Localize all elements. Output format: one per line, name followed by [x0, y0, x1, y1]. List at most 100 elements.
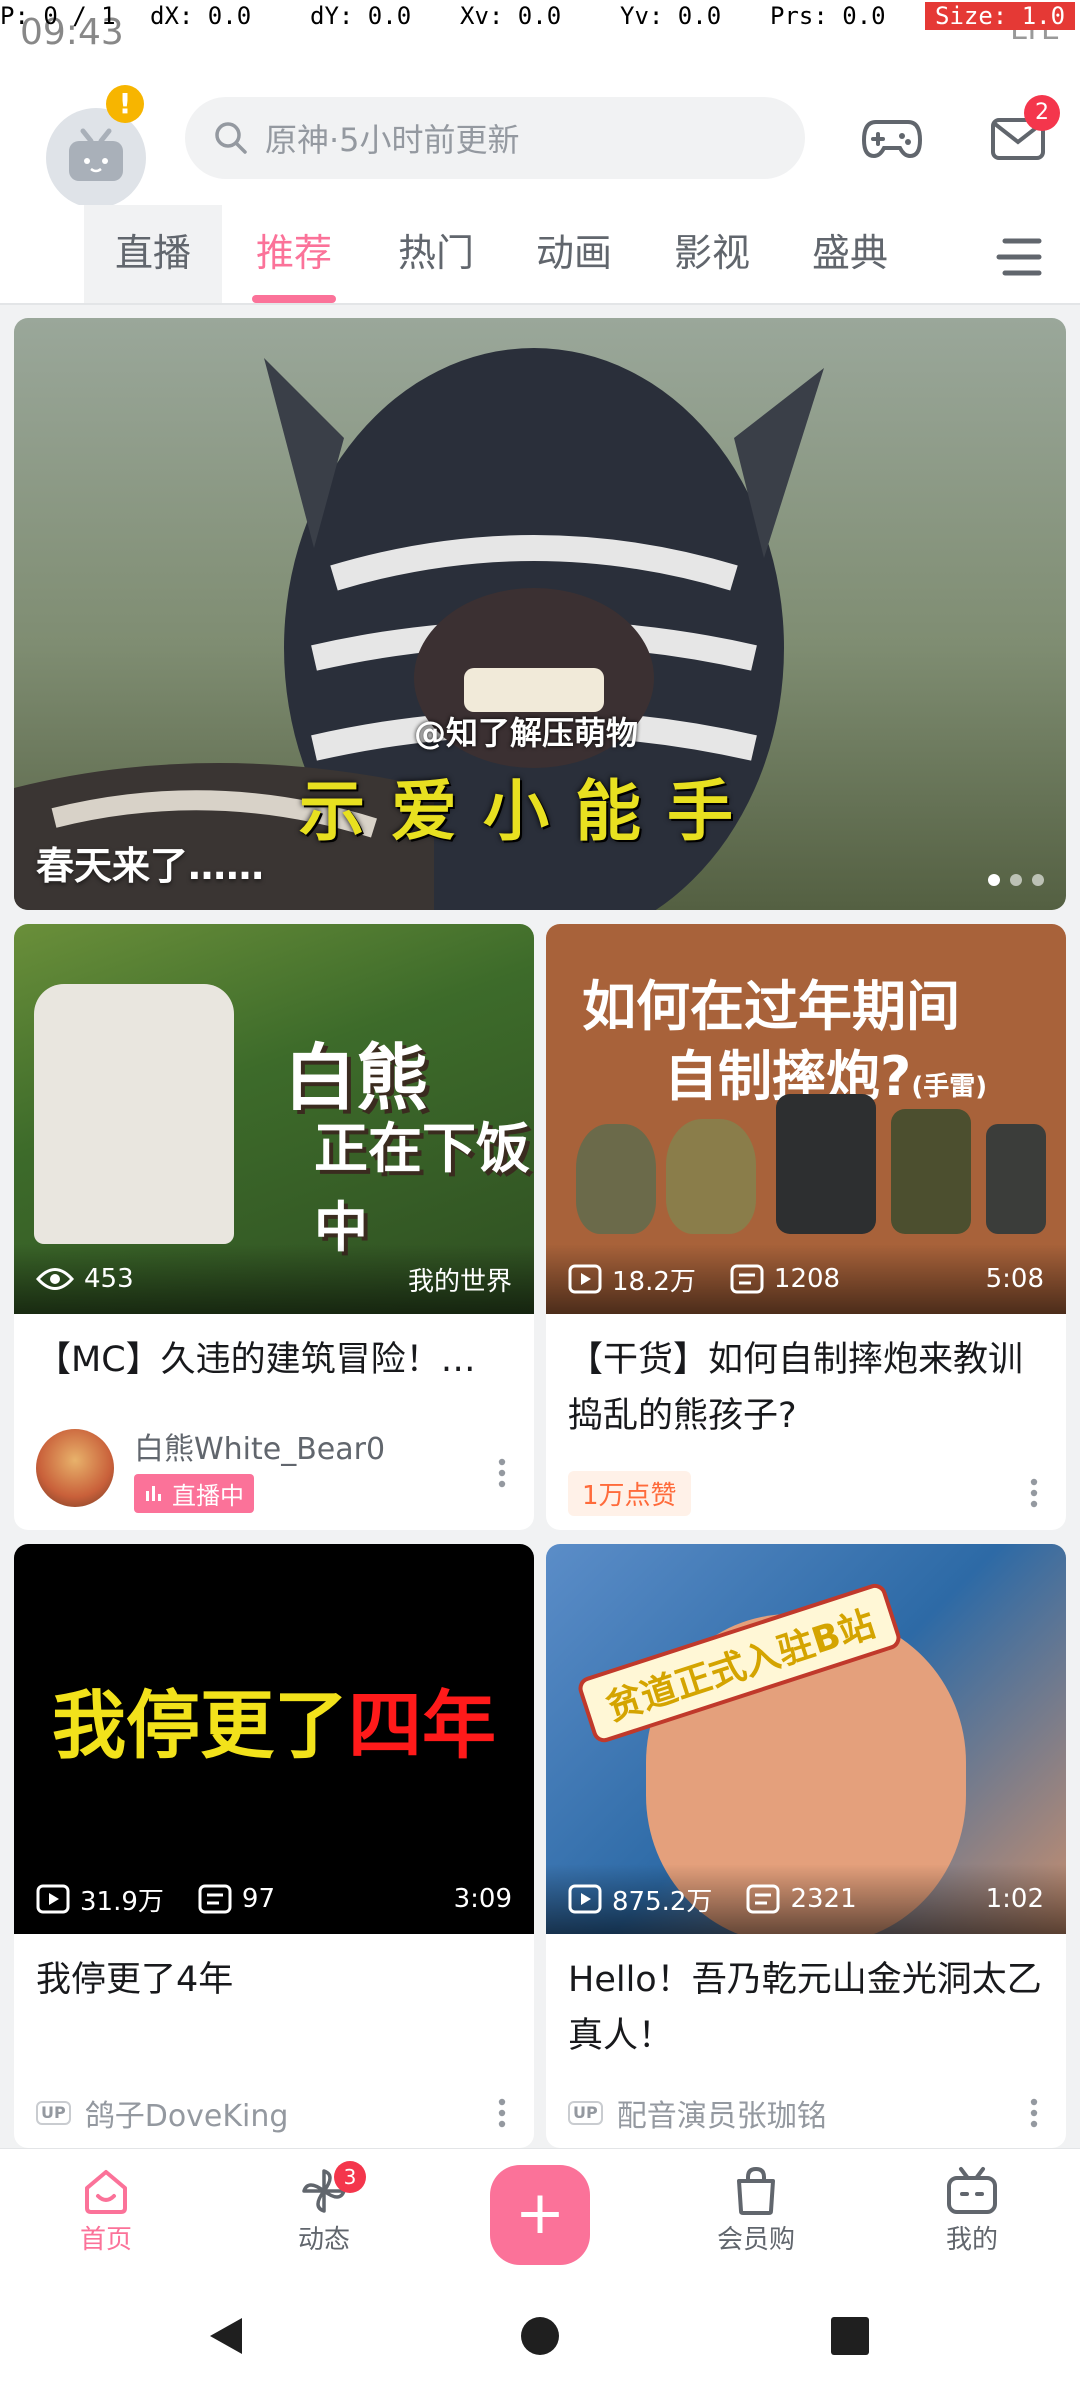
- live-label: 直播中: [172, 1481, 244, 1510]
- video-duration: 5:08: [985, 1264, 1044, 1294]
- tab-anime[interactable]: 动画: [516, 205, 632, 303]
- likes-badge: 1万点赞: [568, 1470, 691, 1516]
- tab-film[interactable]: 影视: [654, 205, 770, 303]
- search-bar[interactable]: 原神·5小时前更新: [185, 97, 805, 179]
- banner-caption-big: 示爱小能手: [299, 773, 759, 850]
- tv-mascot-icon: [69, 128, 123, 181]
- video-card[interactable]: 白熊 正在下饭中 453 我的世界 【MC】久违的建筑冒险！… 白熊White_…: [14, 924, 534, 1530]
- banner-caption-small: @知了解压萌物: [414, 714, 639, 752]
- live-bars-icon: [146, 1486, 161, 1501]
- nav-mine[interactable]: 我的: [912, 2163, 1032, 2256]
- banner-dot: [988, 874, 1000, 886]
- tab-festival[interactable]: 盛典: [792, 205, 908, 303]
- grenade-graphic: [776, 1094, 876, 1234]
- video-title: 我停更了4年: [36, 1960, 234, 2000]
- nav-home[interactable]: 首页: [46, 2163, 166, 2256]
- video-title: Hello！吾乃乾元山金光洞太乙真人！: [568, 1960, 1042, 2056]
- grenade-graphic: [891, 1109, 971, 1234]
- nav-home-label: 首页: [79, 2225, 132, 2255]
- video-thumbnail: 贫道正式入驻B站 875.2万 2321 1:02: [546, 1544, 1066, 1934]
- mail-unread-badge: 2: [1024, 95, 1060, 131]
- system-navigation-bar: [0, 2270, 1080, 2400]
- meta-row: UP 配音演员张珈铭: [546, 2074, 1066, 2148]
- back-icon[interactable]: [204, 2314, 248, 2358]
- category-tabs: 直播 推荐 热门 动画 影视 盛典: [0, 205, 1080, 305]
- video-title: 【干货】如何自制摔炮来教训捣乱的熊孩子?: [568, 1340, 1024, 1436]
- pointer-dy: dY: 0.0: [310, 2, 412, 30]
- thumbnail-stats: 875.2万 2321 1:02: [546, 1864, 1066, 1934]
- menu-icon[interactable]: [995, 235, 1045, 279]
- video-card[interactable]: 贫道正式入驻B站 875.2万 2321 1:02 Hello！吾乃乾元山金光洞…: [546, 1544, 1066, 2148]
- play-count: 875.2万: [612, 1886, 713, 1917]
- tv-icon: [947, 2167, 997, 2214]
- pointer-size: Size: 1.0: [925, 2, 1076, 30]
- nav-shop[interactable]: 会员购: [696, 2163, 816, 2256]
- creator-avatar[interactable]: [36, 1429, 114, 1507]
- uploader-name[interactable]: 鸽子DoveKing: [85, 2091, 289, 2135]
- danmaku-count: 97: [241, 1884, 275, 1914]
- grenade-graphic: [576, 1124, 656, 1234]
- tab-recommend[interactable]: 推荐: [236, 205, 352, 303]
- avatar-alert-badge: !: [106, 85, 144, 123]
- grenade-graphic: [986, 1124, 1046, 1234]
- bottom-navigation: 首页 动态 3 + 会员购 我的: [0, 2148, 1080, 2270]
- video-title: 【MC】久违的建筑冒险！…: [36, 1340, 476, 1380]
- video-thumbnail: 我停更了四年 31.9万 97 3:09: [14, 1544, 534, 1934]
- thumbnail-stats: 31.9万 97 3:09: [14, 1864, 534, 1934]
- recents-icon[interactable]: [828, 2314, 872, 2358]
- up-badge: UP: [36, 2101, 71, 2125]
- pointer-dx: dX: 0.0: [150, 2, 252, 30]
- play-count: 31.9万: [80, 1886, 164, 1917]
- nav-dynamic[interactable]: 动态 3: [264, 2161, 384, 2256]
- character-figure: [34, 984, 234, 1244]
- video-card[interactable]: 如何在过年期间 自制摔炮?(手雷) 18.2万 1208 5:08 【干货】如何…: [546, 924, 1066, 1530]
- play-count-icon: [36, 1884, 70, 1914]
- video-thumbnail: 白熊 正在下饭中 453 我的世界: [14, 924, 534, 1314]
- banner-pagination: [988, 874, 1044, 886]
- thumbnail-stats: 453 我的世界: [14, 1244, 534, 1314]
- search-placeholder: 原神·5小时前更新: [265, 121, 520, 159]
- pointer-location-overlay: P: 0 / 1 dX: 0.0 dY: 0.0 Xv: 0.0 Yv: 0.0…: [0, 0, 1080, 34]
- pointer-yv: Yv: 0.0: [620, 2, 722, 30]
- thumbnail-subtext: (手雷): [911, 1072, 988, 1102]
- home-icon: [85, 2170, 127, 2214]
- nav-dynamic-label: 动态: [297, 2225, 350, 2255]
- uploader-name[interactable]: 配音演员张珈铭: [617, 2091, 827, 2135]
- more-options-icon[interactable]: [1030, 2098, 1038, 2128]
- danmaku-icon: [746, 1884, 780, 1914]
- thumbnail-text: 正在下饭中: [314, 1117, 530, 1259]
- thumbnail-text: 我停更了: [52, 1682, 348, 1769]
- live-badge: 直播中: [134, 1473, 254, 1513]
- pointer-xv: Xv: 0.0: [460, 2, 562, 30]
- more-options-icon[interactable]: [498, 1458, 506, 1488]
- meta-row: UP 鸽子DoveKing: [14, 2074, 534, 2148]
- danmaku-icon: [730, 1264, 764, 1294]
- play-count-icon: [568, 1884, 602, 1914]
- tab-hot[interactable]: 热门: [378, 205, 494, 303]
- creator-name[interactable]: 白熊White_Bear0: [134, 1424, 385, 1468]
- thumbnail-text: 我停更了四年: [52, 1666, 496, 1773]
- user-avatar[interactable]: [46, 108, 146, 208]
- meta-row: 1万点赞: [546, 1454, 1066, 1530]
- danmaku-count: 2321: [790, 1884, 857, 1914]
- view-count: 453: [84, 1264, 134, 1294]
- play-count-icon: [568, 1264, 602, 1294]
- home-circle-icon[interactable]: [518, 2314, 562, 2358]
- thumbnail-stats: 18.2万 1208 5:08: [546, 1244, 1066, 1314]
- banner-dot: [1010, 874, 1022, 886]
- video-thumbnail: 如何在过年期间 自制摔炮?(手雷) 18.2万 1208 5:08: [546, 924, 1066, 1314]
- game-controller-icon[interactable]: [862, 110, 922, 166]
- video-duration: 3:09: [453, 1884, 512, 1914]
- dynamic-badge: 3: [334, 2161, 366, 2193]
- thumbnail-text: 如何在过年期间: [582, 975, 960, 1038]
- active-tab-indicator: [252, 295, 336, 303]
- tab-live[interactable]: 直播: [84, 205, 222, 303]
- search-icon: [215, 122, 247, 154]
- video-card[interactable]: 我停更了四年 31.9万 97 3:09 我停更了4年 UP 鸽子DoveKin…: [14, 1544, 534, 2148]
- publish-button[interactable]: +: [490, 2165, 590, 2265]
- more-options-icon[interactable]: [1030, 1478, 1038, 1508]
- top-header: ! 原神·5小时前更新 2: [0, 70, 1080, 208]
- banner-carousel[interactable]: @知了解压萌物 示爱小能手 春天来了……: [14, 318, 1066, 910]
- video-duration: 1:02: [985, 1884, 1044, 1914]
- more-options-icon[interactable]: [498, 2098, 506, 2128]
